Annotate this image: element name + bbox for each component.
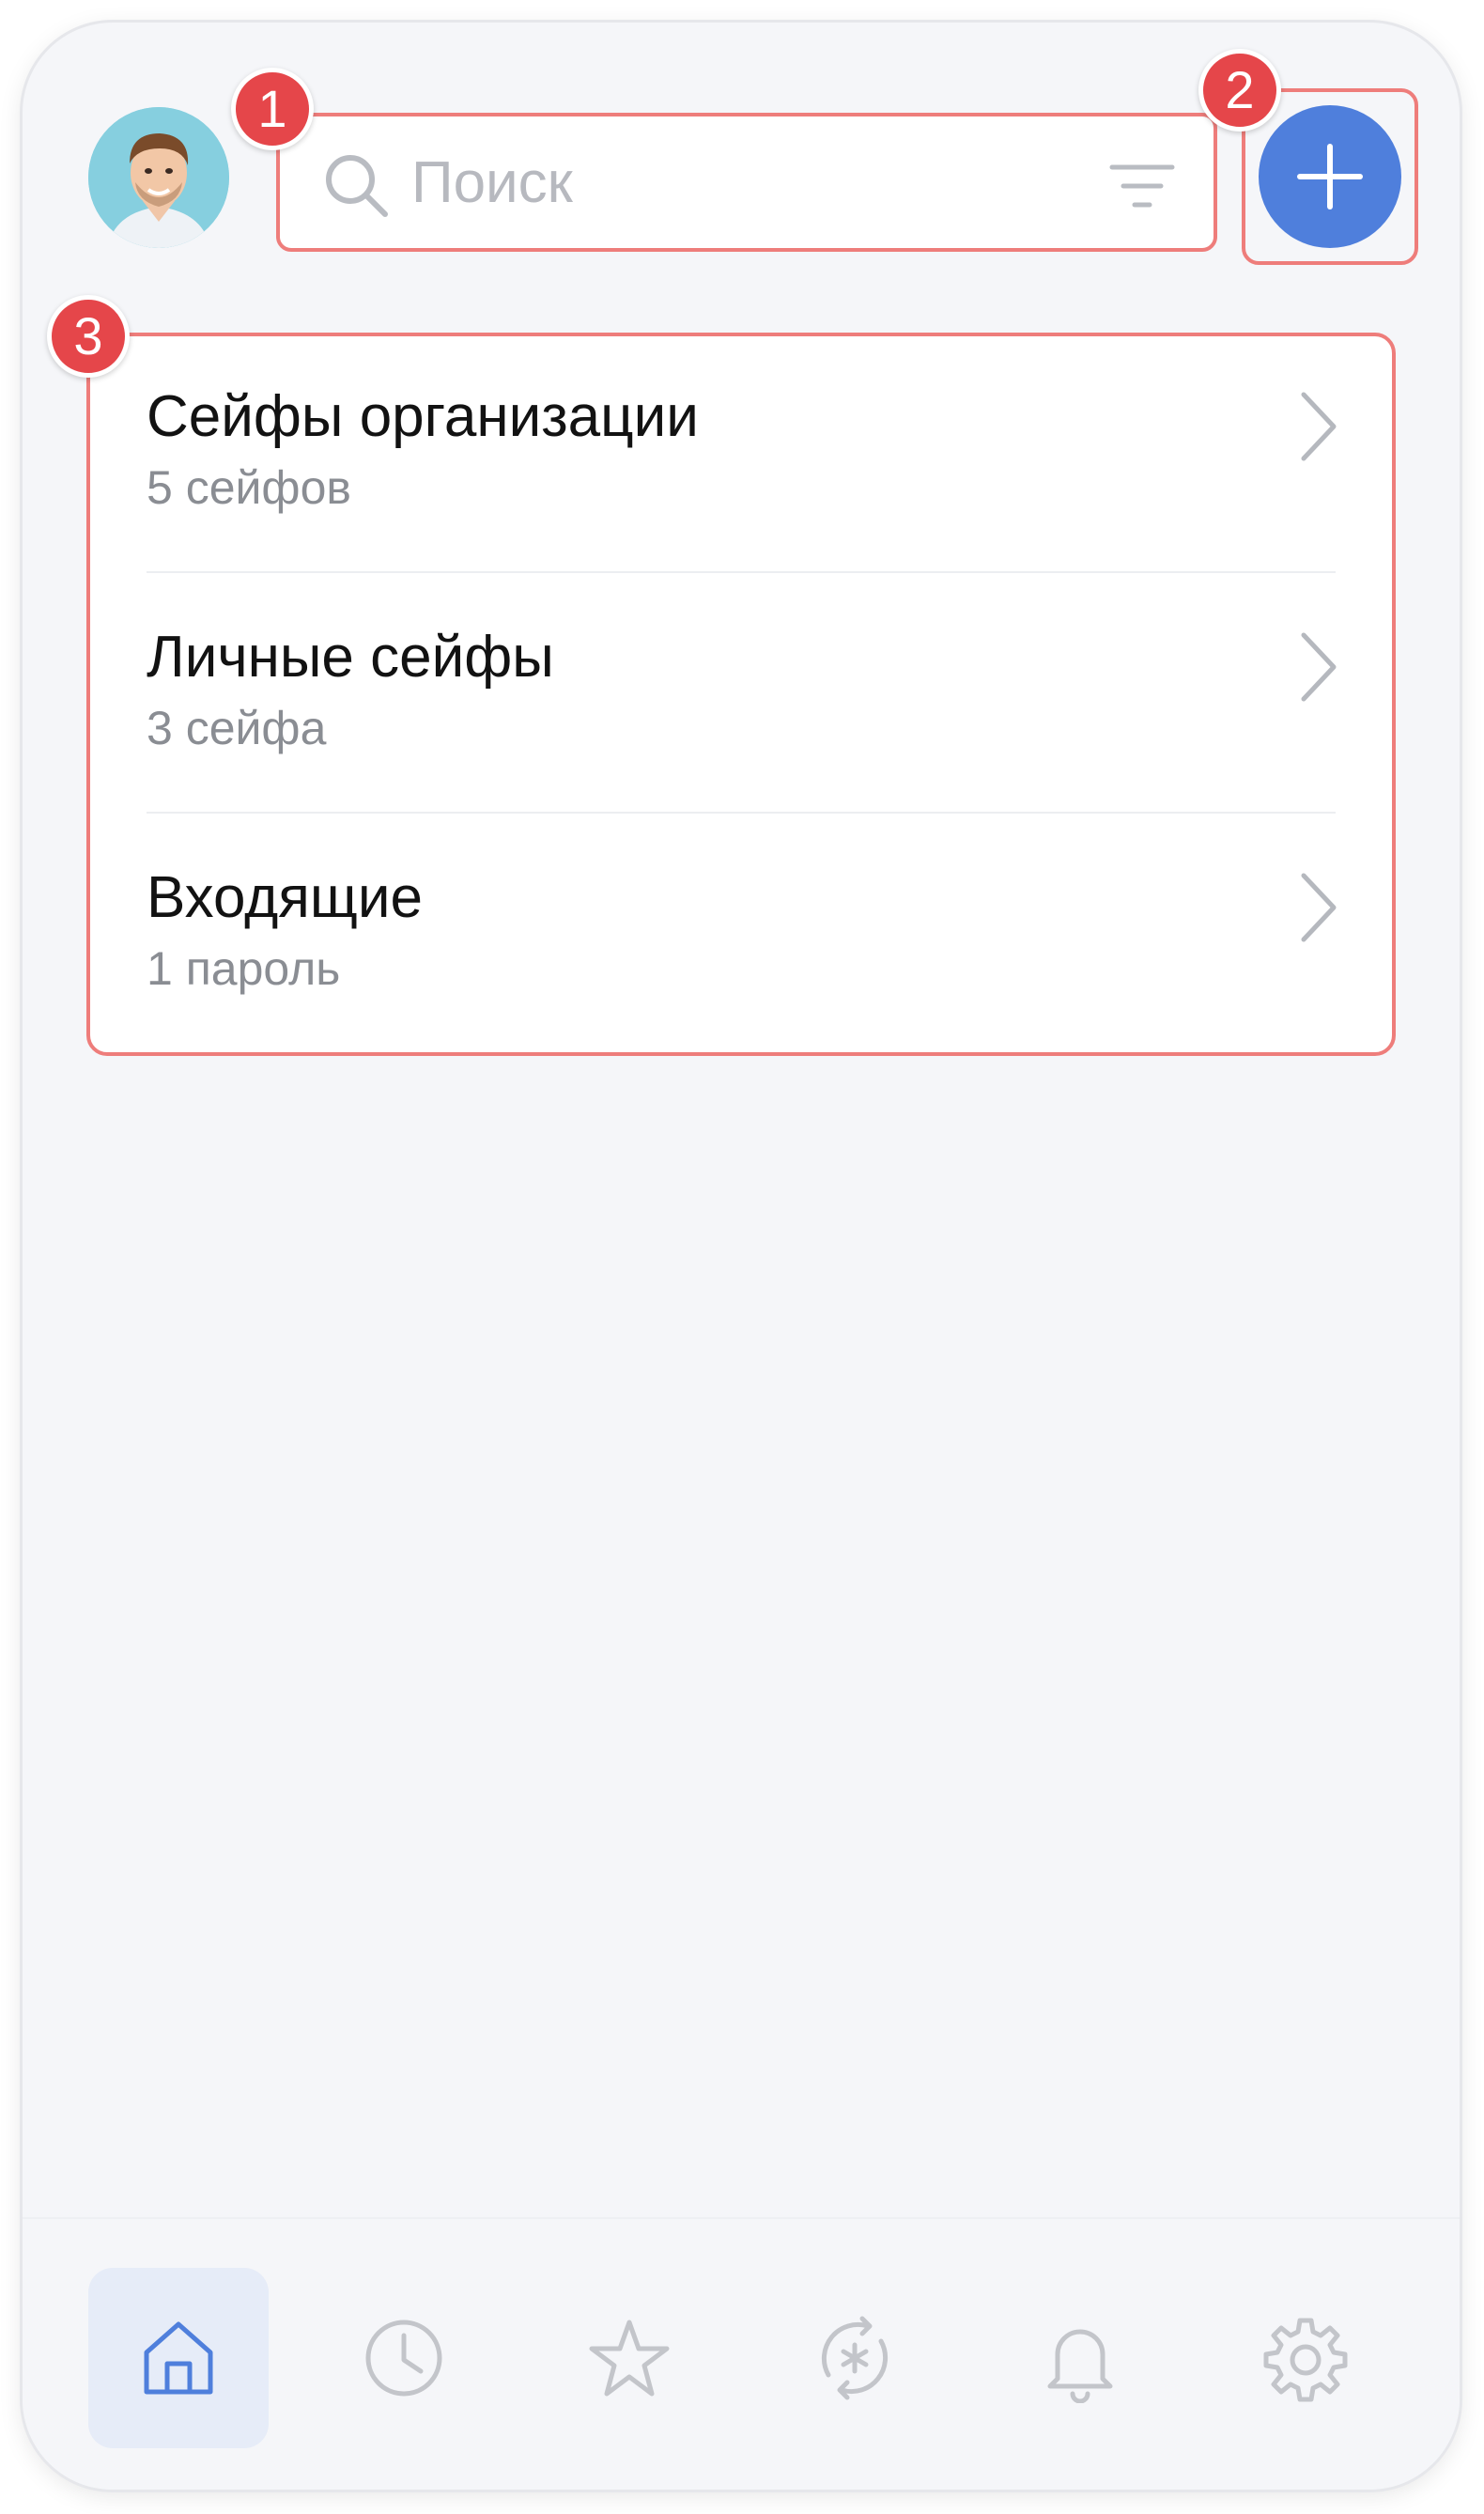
phone-screen: Сейфы организации 5 сейфов Личные сейфы … [23,23,1460,2490]
list-item-title: Входящие [147,865,423,930]
password-generator-icon [821,2316,889,2400]
home-icon [144,2321,213,2395]
nav-favorites[interactable] [539,2268,719,2448]
annotation-badge-1: 1 [231,68,314,150]
nav-history[interactable] [314,2268,494,2448]
list-item-subtitle: 1 пароль [147,942,341,995]
vault-list: Сейфы организации 5 сейфов Личные сейфы … [86,333,1396,1056]
chevron-right-icon [1301,632,1337,702]
nav-password-generator[interactable] [765,2268,945,2448]
nav-notifications[interactable] [990,2268,1170,2448]
list-item-subtitle: 5 сейфов [147,461,351,514]
nav-settings[interactable] [1215,2268,1396,2448]
list-item-organization-vaults[interactable]: Сейфы организации 5 сейфов [90,336,1392,577]
star-icon [589,2320,670,2397]
search-bar[interactable] [276,113,1217,252]
avatar[interactable] [88,107,229,248]
bell-icon [1047,2329,1113,2403]
chevron-right-icon [1301,873,1337,942]
clock-icon [365,2320,442,2397]
nav-home[interactable] [88,2268,269,2448]
plus-icon [1297,144,1363,210]
list-item-title: Сейфы организации [147,384,699,449]
list-item-inbox[interactable]: Входящие 1 пароль [90,817,1392,1058]
filter-icon[interactable] [1108,160,1176,212]
list-item-personal-vaults[interactable]: Личные сейфы 3 сейфа [90,577,1392,817]
divider [147,812,1336,814]
list-item-title: Личные сейфы [147,625,554,690]
chevron-right-icon [1301,392,1337,461]
search-input[interactable] [411,145,975,220]
list-item-subtitle: 3 сейфа [147,702,327,754]
annotation-badge-2: 2 [1198,49,1281,132]
add-button[interactable] [1259,105,1401,248]
annotation-badge-3: 3 [47,295,130,378]
gear-icon [1263,2318,1348,2402]
bottom-navigation [23,2217,1460,2490]
search-icon [326,155,388,217]
divider [147,571,1336,573]
avatar-image [88,107,229,248]
